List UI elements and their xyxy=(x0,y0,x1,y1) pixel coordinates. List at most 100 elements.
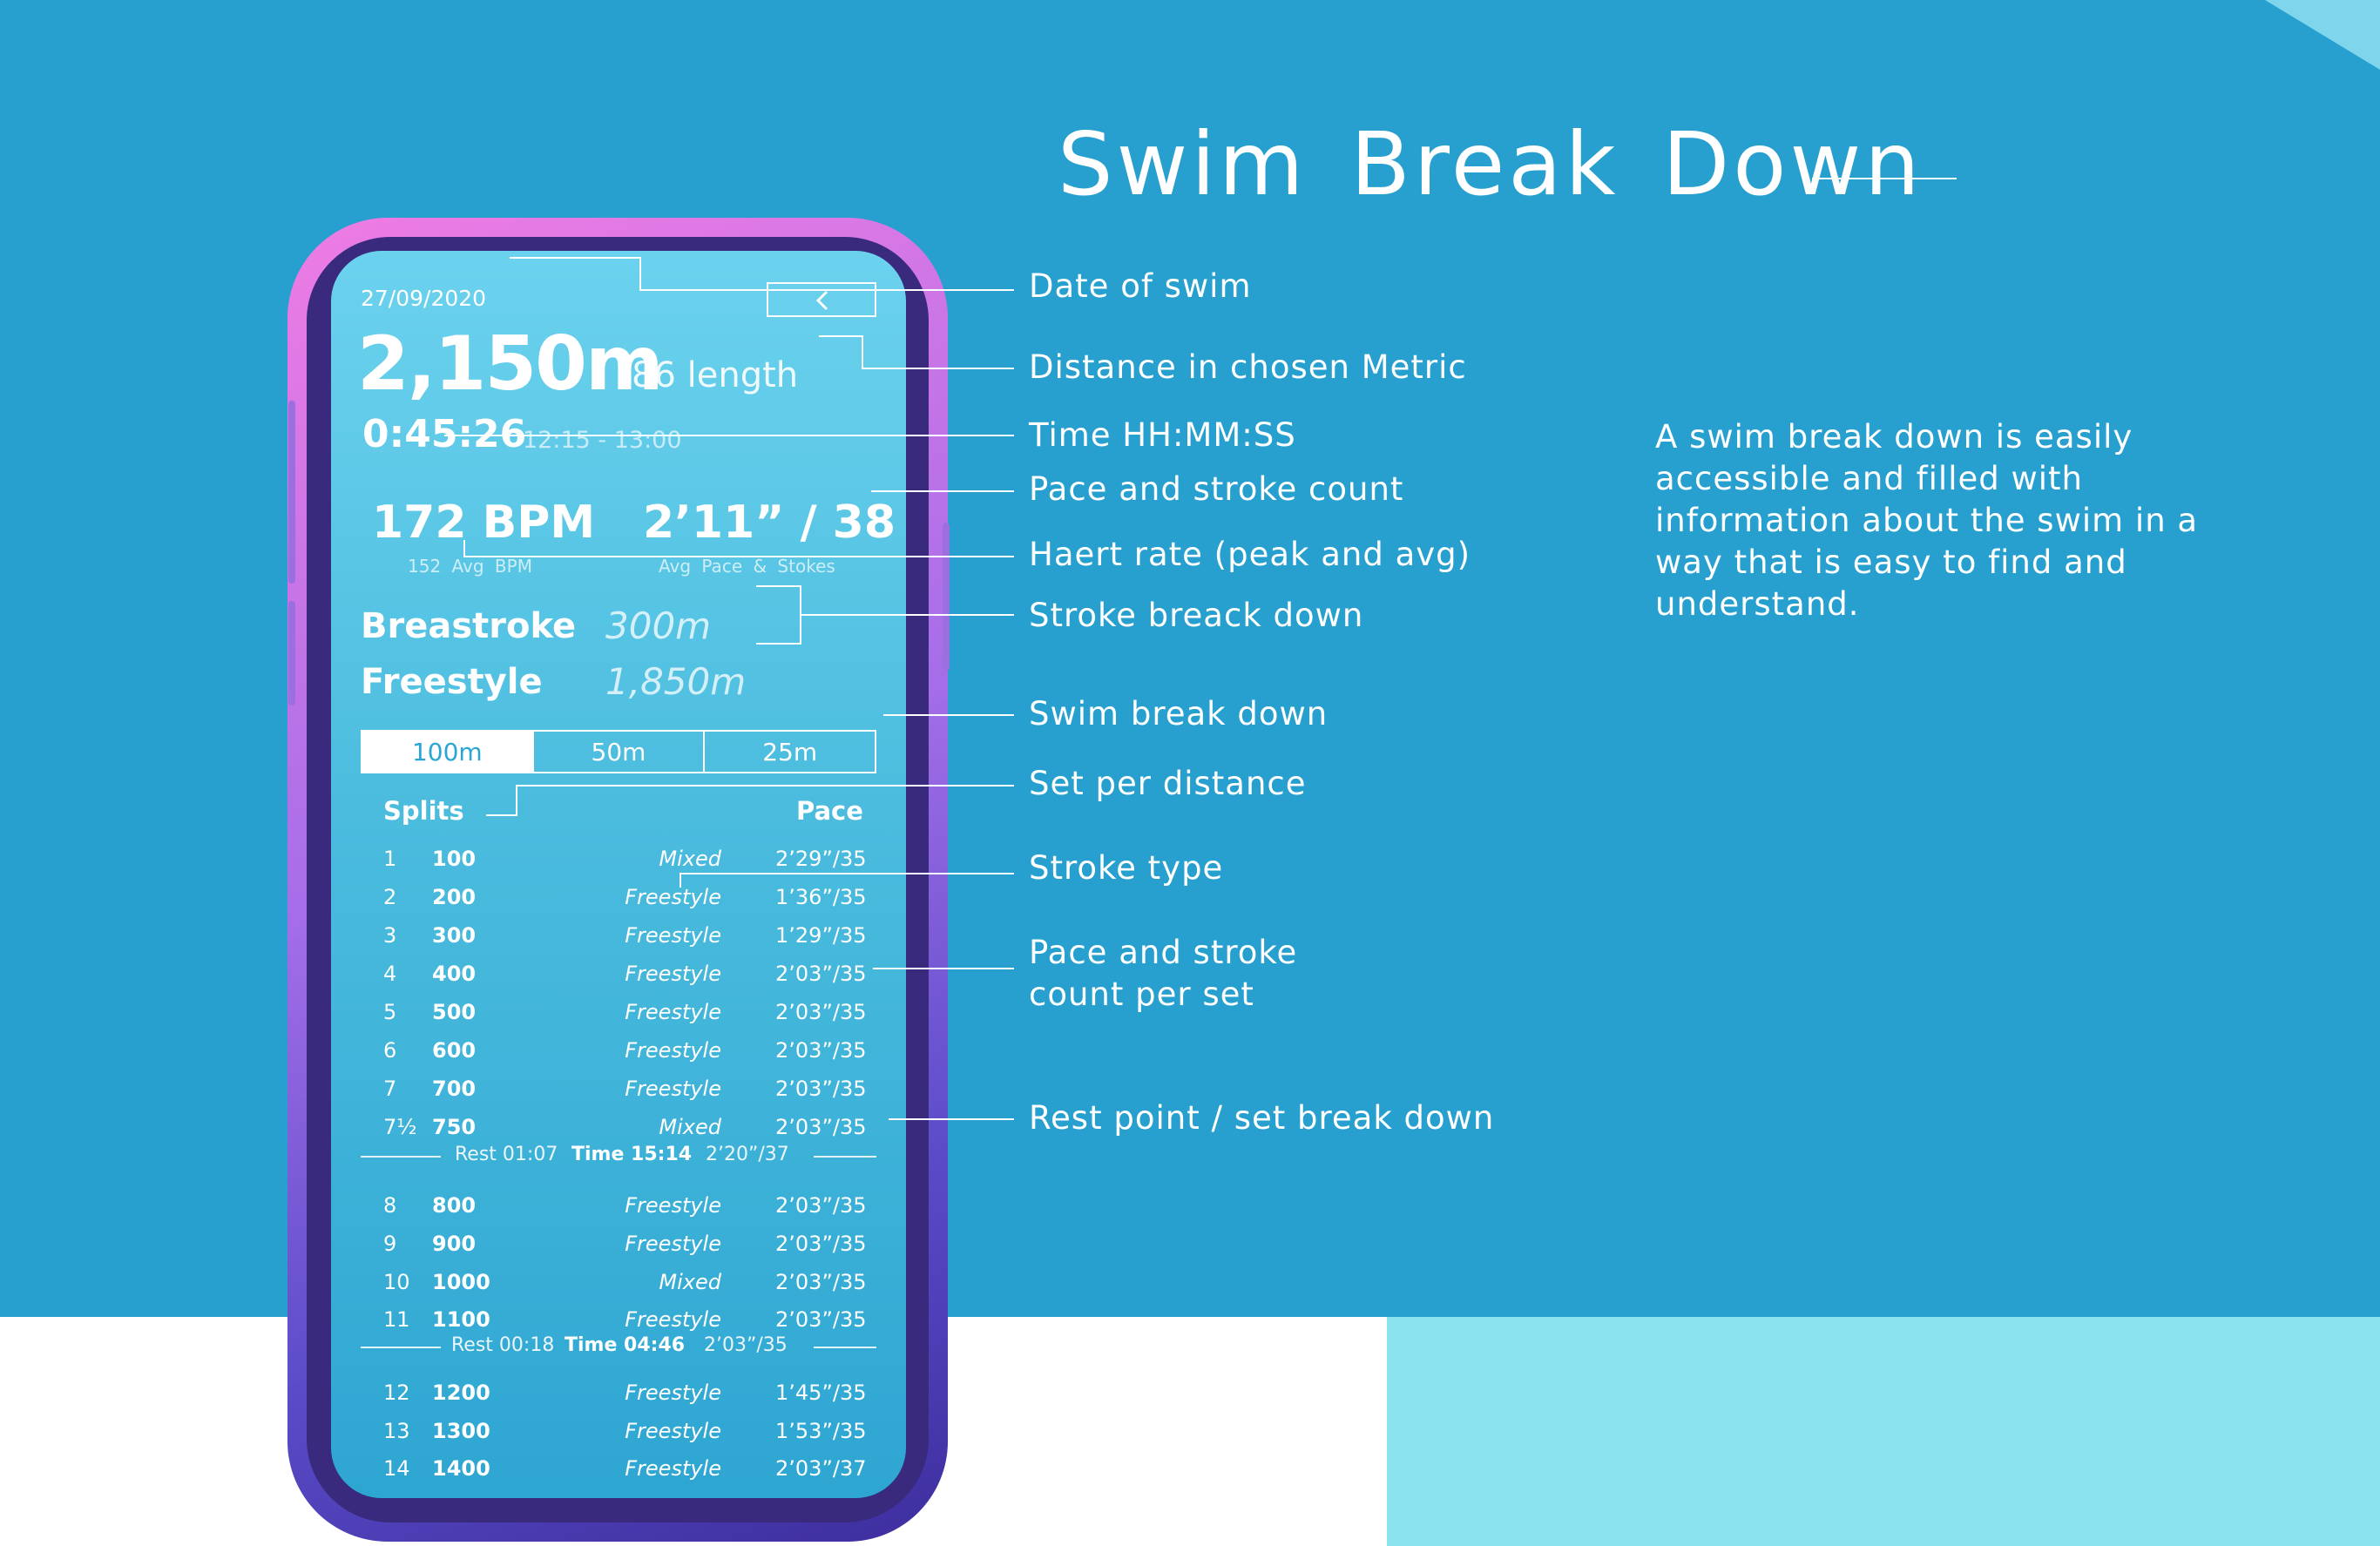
connector-distance-a xyxy=(819,335,862,337)
split-row: 14 1400 Freestyle 2’03”/37 xyxy=(331,1456,906,1491)
background-aqua-block xyxy=(1387,1317,2380,1546)
split-index: 9 xyxy=(383,1232,397,1256)
tab-50m[interactable]: 50m xyxy=(534,732,706,772)
connector-heart-b xyxy=(463,556,1014,557)
connector-set-b xyxy=(516,786,517,816)
annotation-time: Time HH:MM:SS xyxy=(1029,416,1296,454)
split-row: 7 700 Freestyle 2’03”/35 xyxy=(331,1077,906,1111)
split-row: 13 1300 Freestyle 1’53”/35 xyxy=(331,1419,906,1454)
connector-time xyxy=(444,435,1014,436)
corner-accent xyxy=(2265,0,2380,70)
split-row: 8 800 Freestyle 2’03”/35 xyxy=(331,1193,906,1228)
tab-100m[interactable]: 100m xyxy=(362,732,534,772)
total-distance: 2,150m xyxy=(357,321,664,408)
split-pace: 2’03”/35 xyxy=(775,1193,867,1218)
split-index: 4 xyxy=(383,962,397,986)
rest-divider-left xyxy=(361,1156,441,1158)
split-row: 2 200 Freestyle 1’36”/35 xyxy=(331,885,906,920)
split-row: 3 300 Freestyle 1’29”/35 xyxy=(331,923,906,958)
connector-pace-set xyxy=(873,968,1014,969)
split-pace: 2’03”/35 xyxy=(775,962,867,986)
split-stroke-type: Freestyle xyxy=(625,885,721,909)
split-stroke-type: Freestyle xyxy=(625,923,721,948)
split-distance: 400 xyxy=(432,962,477,986)
annotation-heart-rate: Haert rate (peak and avg) xyxy=(1029,536,1471,573)
split-index: 1 xyxy=(383,847,397,871)
annotation-date: Date of swim xyxy=(1029,267,1252,305)
split-pace: 1’36”/35 xyxy=(775,885,867,909)
phone-power-button xyxy=(943,523,950,671)
split-pace: 2’03”/35 xyxy=(775,1038,867,1063)
back-button[interactable] xyxy=(767,282,876,317)
split-pace: 1’29”/35 xyxy=(775,923,867,948)
annotation-distance: Distance in chosen Metric xyxy=(1029,348,1467,386)
connector-heart-a xyxy=(463,540,465,557)
rest-marker: Rest 00:18 Time 04:46 2’03”/35 xyxy=(361,1334,876,1360)
split-distance: 900 xyxy=(432,1232,477,1256)
connector-distance-c xyxy=(862,368,1014,369)
split-pace: 2’03”/35 xyxy=(775,1232,867,1256)
rest-duration: Rest 01:07 xyxy=(455,1144,558,1165)
swim-date: 27/09/2020 xyxy=(361,286,487,311)
split-index: 14 xyxy=(383,1456,410,1481)
split-stroke-type: Mixed xyxy=(659,847,721,871)
annotation-swim-breakdown: Swim break down xyxy=(1029,695,1329,732)
split-row: 4 400 Freestyle 2’03”/35 xyxy=(331,962,906,996)
description-text: A swim break down is easily accessible a… xyxy=(1655,418,2199,623)
stroke-name-freestyle: Freestyle xyxy=(361,662,543,702)
rest-marker: Rest 01:07 Time 15:14 2’20”/37 xyxy=(361,1144,876,1170)
split-stroke-type: Freestyle xyxy=(625,1456,721,1481)
split-stroke-type: Freestyle xyxy=(625,1307,721,1332)
split-index: 7 xyxy=(383,1077,397,1101)
connector-date-b xyxy=(639,257,641,290)
split-pace: 2’03”/35 xyxy=(775,1077,867,1101)
rest-duration: Rest 00:18 xyxy=(451,1334,555,1356)
split-stroke-type: Mixed xyxy=(659,1115,721,1139)
rest-divider-left xyxy=(361,1347,441,1348)
split-distance: 750 xyxy=(432,1115,477,1139)
split-stroke-type: Mixed xyxy=(659,1270,721,1294)
title-rule xyxy=(1812,178,1957,179)
split-distance: 700 xyxy=(432,1077,477,1101)
split-row: 1 100 Mixed 2’29”/35 xyxy=(331,847,906,881)
split-distance: 300 xyxy=(432,923,477,948)
phone-side-button xyxy=(288,601,295,705)
split-row: 10 1000 Mixed 2’03”/35 xyxy=(331,1270,906,1305)
stroke-distance-breaststroke: 300m xyxy=(605,604,712,647)
split-index: 12 xyxy=(383,1381,410,1405)
split-index: 10 xyxy=(383,1270,410,1294)
tab-25m[interactable]: 25m xyxy=(705,732,875,772)
rest-set-pace: 2’03”/35 xyxy=(704,1334,788,1356)
length-count: 86 length xyxy=(632,355,799,395)
connector-rest xyxy=(889,1118,1014,1120)
annotation-pace-per-set: Pace and stroke xyxy=(1029,934,1298,971)
split-row: 6 600 Freestyle 2’03”/35 xyxy=(331,1038,906,1073)
split-distance: 1100 xyxy=(432,1307,490,1332)
annotation-rest-point: Rest point / set break down xyxy=(1029,1099,1495,1137)
split-distance: 600 xyxy=(432,1038,477,1063)
avg-pace-label: Avg Pace & Stokes xyxy=(659,556,835,577)
split-stroke-type: Freestyle xyxy=(625,1381,721,1405)
stroke-name-breaststroke: Breastroke xyxy=(361,606,577,646)
phone-volume-button xyxy=(288,401,295,584)
annotation-pace-per-set-2: count per set xyxy=(1029,976,1254,1013)
split-distance: 1200 xyxy=(432,1381,490,1405)
connector-date-a xyxy=(510,257,640,259)
annotation-pace-stroke: Pace and stroke count xyxy=(1029,470,1404,508)
split-index: 2 xyxy=(383,885,397,909)
split-distance: 100 xyxy=(432,847,477,871)
split-pace: 1’53”/35 xyxy=(775,1419,867,1443)
connector-distance-b xyxy=(862,335,863,368)
split-stroke-type: Freestyle xyxy=(625,962,721,986)
split-stroke-type: Freestyle xyxy=(625,1419,721,1443)
split-stroke-type: Freestyle xyxy=(625,1038,721,1063)
heart-rate-avg: 152 Avg BPM xyxy=(408,556,532,577)
connector-stroke-d xyxy=(800,614,1014,616)
split-index: 3 xyxy=(383,923,397,948)
distance-tabs: 100m 50m 25m xyxy=(361,730,876,773)
time-range: 12:15 - 13:00 xyxy=(523,427,682,454)
split-pace: 2’03”/35 xyxy=(775,1270,867,1294)
split-row: 12 1200 Freestyle 1’45”/35 xyxy=(331,1381,906,1415)
split-stroke-type: Freestyle xyxy=(625,1193,721,1218)
annotation-set-per-distance: Set per distance xyxy=(1029,765,1307,802)
